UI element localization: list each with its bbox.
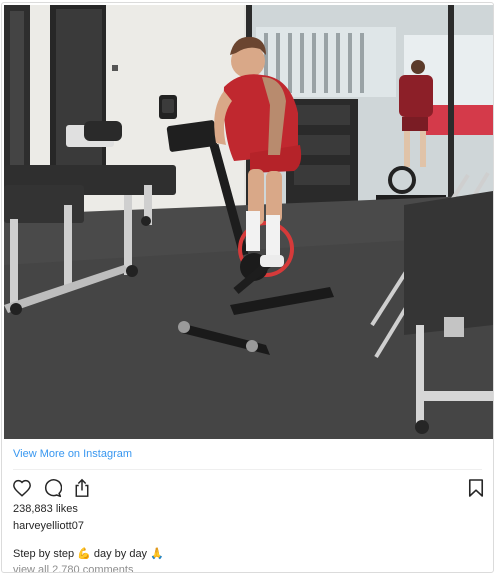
divider — [13, 469, 482, 470]
flexed-biceps-emoji: 💪 — [77, 548, 91, 560]
username[interactable]: harveyelliott07 — [13, 520, 84, 532]
post-photo[interactable] — [4, 5, 493, 439]
action-bar — [11, 477, 92, 498]
share-icon — [75, 478, 88, 497]
view-more-on-instagram-link[interactable]: View More on Instagram — [13, 448, 132, 460]
comment-button[interactable] — [41, 477, 62, 498]
instagram-embed-card: View More on Instagram 238,883 likes har… — [1, 2, 494, 573]
caption-text-1: Step by step — [13, 547, 75, 560]
post-caption: Step by step 💪 day by day 🙏 — [13, 547, 164, 561]
like-button[interactable] — [11, 477, 32, 498]
likes-count[interactable]: 238,883 likes — [13, 503, 78, 515]
heart-icon — [12, 479, 31, 497]
share-button[interactable] — [71, 477, 92, 498]
save-button[interactable] — [465, 477, 486, 498]
folded-hands-emoji: 🙏 — [150, 548, 164, 560]
comment-icon — [44, 478, 62, 497]
gym-scene-image — [4, 5, 493, 439]
caption-text-2: day by day — [93, 547, 148, 560]
bookmark-icon — [468, 478, 483, 497]
view-all-comments-link[interactable]: view all 2,780 comments — [13, 564, 133, 572]
